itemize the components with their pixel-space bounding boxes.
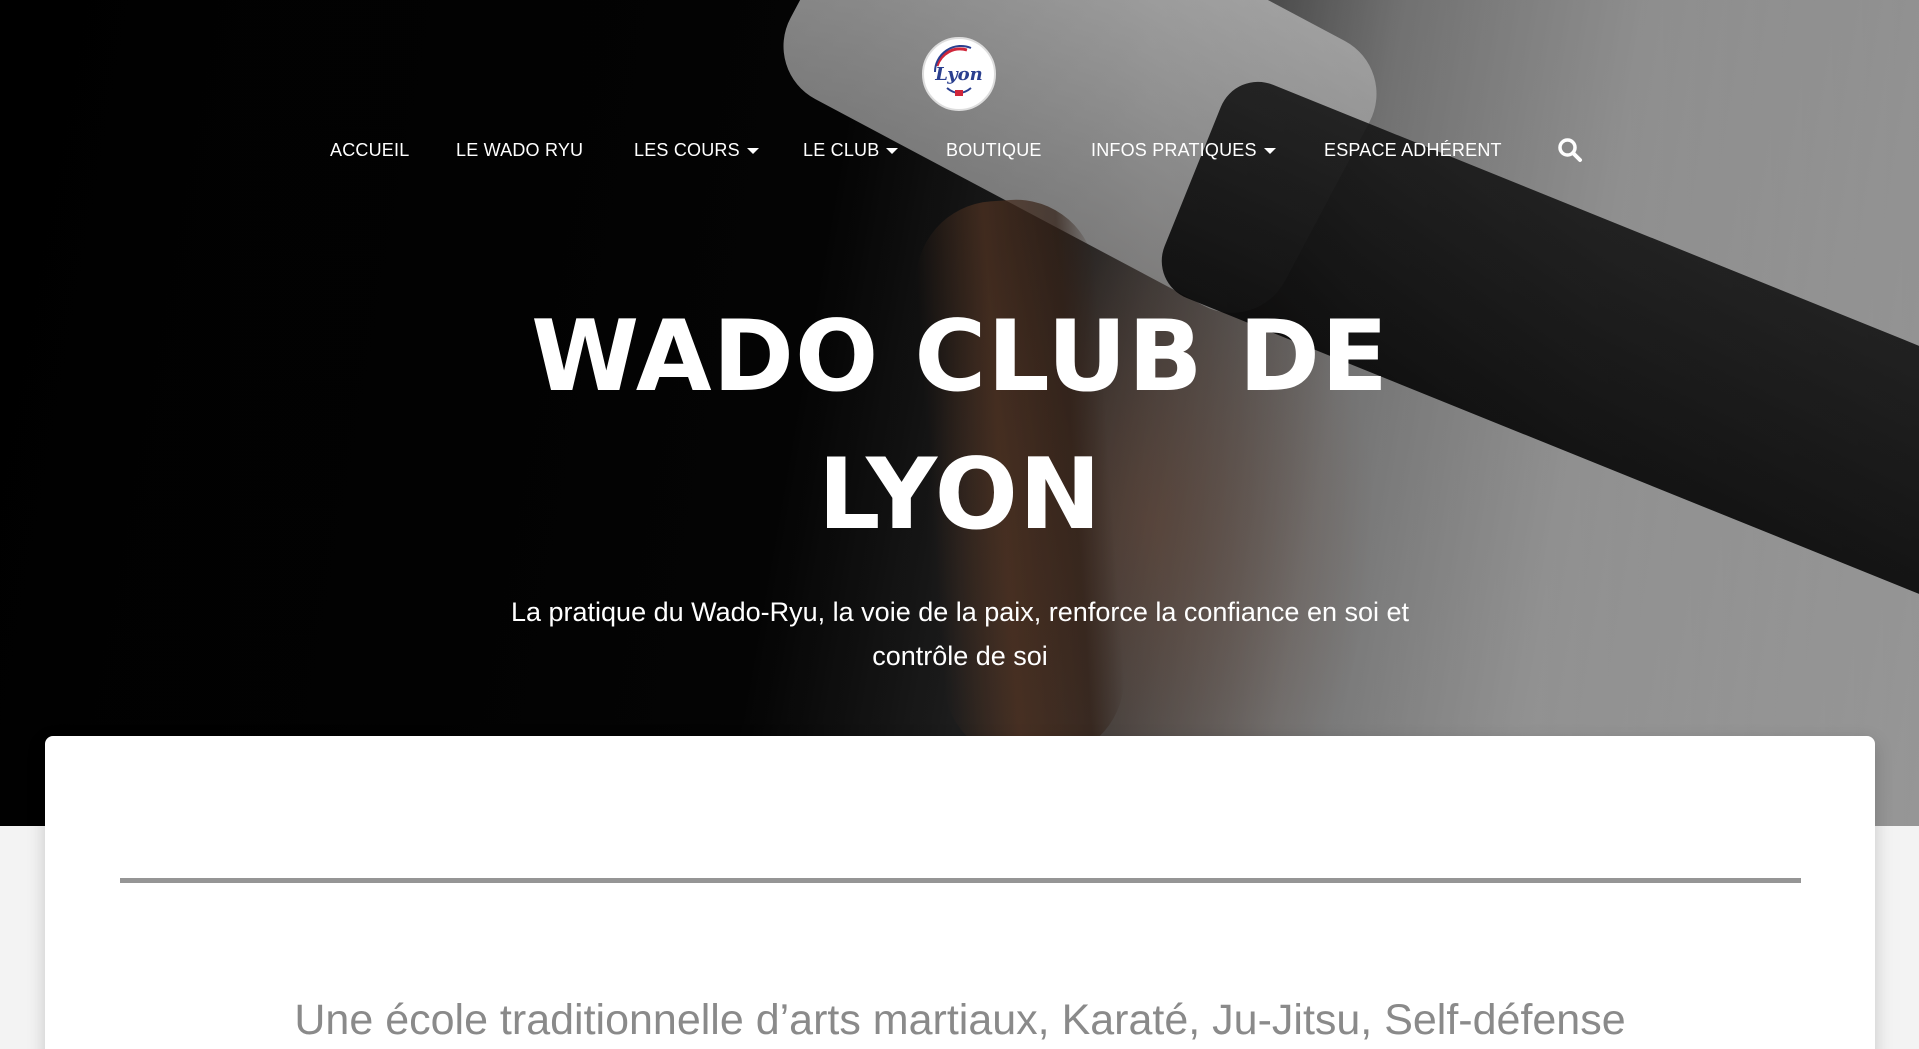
nav-item-label: LE CLUB xyxy=(803,140,880,160)
nav-item-infos-pratiques[interactable]: INFOS PRATIQUES xyxy=(1091,136,1276,164)
caret-down-icon xyxy=(1263,148,1276,154)
hero-section: Lyon ACCUEIL LE WADO RYU LES COURS LE CL… xyxy=(0,0,1919,826)
hero-subtitle: La pratique du Wado-Ryu, la voie de la p… xyxy=(440,590,1480,678)
nav-item-label: ACCUEIL xyxy=(330,140,410,160)
nav-item-label: INFOS PRATIQUES xyxy=(1091,140,1257,160)
nav-item-boutique[interactable]: BOUTIQUE xyxy=(946,136,1042,164)
nav-item-label: LES COURS xyxy=(634,140,740,160)
nav-item-le-wado-ryu[interactable]: LE WADO RYU xyxy=(456,136,583,164)
svg-text:Lyon: Lyon xyxy=(934,64,983,85)
section-divider xyxy=(120,878,1801,883)
nav-item-label: LE WADO RYU xyxy=(456,140,584,160)
search-icon xyxy=(1558,138,1582,162)
hero-title-line1: WADO CLUB DE xyxy=(531,300,1389,414)
lyon-logo-icon: Lyon xyxy=(929,44,989,104)
section-heading: Une école traditionnelle d’arts martiaux… xyxy=(294,996,1626,1044)
nav-item-espace-adherent[interactable]: ESPACE ADHÉRENT xyxy=(1324,136,1502,164)
nav-item-accueil[interactable]: ACCUEIL xyxy=(330,136,409,164)
nav-item-les-cours[interactable]: LES COURS xyxy=(634,136,759,164)
hero-title-line2: LYON xyxy=(818,438,1102,552)
nav-item-label: ESPACE ADHÉRENT xyxy=(1324,140,1502,160)
page: Lyon ACCUEIL LE WADO RYU LES COURS LE CL… xyxy=(0,0,1919,1049)
caret-down-icon xyxy=(886,148,899,154)
search-button[interactable] xyxy=(1556,136,1584,164)
content-card: Une école traditionnelle d’arts martiaux… xyxy=(45,736,1875,1049)
site-logo[interactable]: Lyon xyxy=(922,37,996,111)
caret-down-icon xyxy=(746,148,759,154)
nav-item-le-club[interactable]: LE CLUB xyxy=(803,136,899,164)
nav-item-label: BOUTIQUE xyxy=(946,140,1042,160)
main-nav: ACCUEIL LE WADO RYU LES COURS LE CLUB BO… xyxy=(0,136,1919,166)
hero-title: WADO CLUB DE LYON xyxy=(460,288,1460,564)
hero-subtitle-line2: contrôle de soi xyxy=(872,641,1048,671)
hero-subtitle-line1: La pratique du Wado-Ryu, la voie de la p… xyxy=(510,597,1410,627)
hero-background-gi-sleeve xyxy=(762,0,1398,334)
